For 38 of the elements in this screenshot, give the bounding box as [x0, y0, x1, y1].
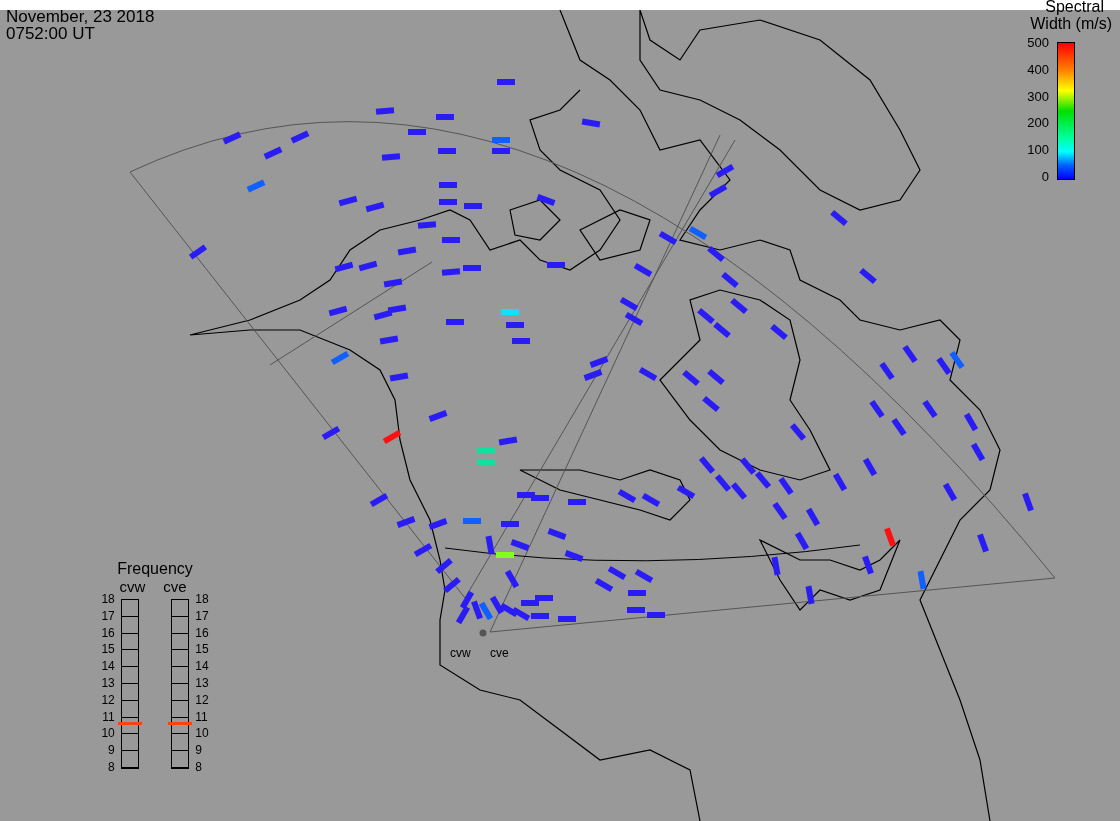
- frequency-tick-label: 15: [195, 643, 209, 656]
- date-text: November, 23 2018: [6, 8, 155, 25]
- frequency-tick-label: 14: [101, 660, 115, 673]
- panel-title: Frequency: [117, 560, 193, 578]
- frequency-tick-label: 16: [195, 626, 209, 639]
- frequency-tick-label: 10: [195, 727, 209, 740]
- scale-tick-label: 300: [1027, 89, 1049, 104]
- radar-label: cve: [490, 646, 509, 660]
- frequency-tick-label: 11: [101, 710, 115, 723]
- scale-tick-label: 500: [1027, 36, 1049, 50]
- frequency-tick-label: 10: [101, 727, 115, 740]
- frequency-tick-label: 15: [101, 643, 115, 656]
- scale-tick-label: 0: [1040, 170, 1049, 184]
- scale-tick-label: 100: [1027, 143, 1049, 158]
- frequency-tick-label: 16: [101, 626, 115, 639]
- scale-tick-label: 200: [1027, 116, 1049, 131]
- frequency-tick-label: 13: [101, 677, 115, 689]
- radar-site-dot: [479, 629, 487, 637]
- frequency-tick-label: 13: [195, 677, 209, 689]
- time-text: 0752:00 UT: [6, 25, 96, 42]
- frequency-tick-label: 12: [195, 693, 209, 706]
- frequency-tick-label: 18: [101, 593, 115, 605]
- radar-label: cvw: [118, 578, 146, 595]
- legend-title: Width (m/s): [1030, 16, 1112, 32]
- radar-label: cvw: [450, 646, 471, 660]
- frequency-tick-label: 9: [195, 744, 203, 757]
- frequency-tick-label: 12: [101, 693, 115, 706]
- legend-title: Spectral: [1045, 0, 1105, 16]
- frequency-tick-label: 8: [107, 760, 115, 773]
- frequency-tick-label: 11: [195, 710, 209, 723]
- frequency-tick-label: 17: [195, 609, 209, 622]
- scale-tick-label: 400: [1027, 62, 1049, 77]
- frequency-tick-label: 14: [195, 660, 209, 673]
- frequency-tick-label: 8: [195, 760, 203, 773]
- radar-label: cve: [163, 578, 188, 595]
- frequency-tick-label: 17: [101, 609, 115, 622]
- frequency-tick-label: 18: [195, 593, 209, 605]
- frequency-tick-label: 9: [107, 744, 115, 757]
